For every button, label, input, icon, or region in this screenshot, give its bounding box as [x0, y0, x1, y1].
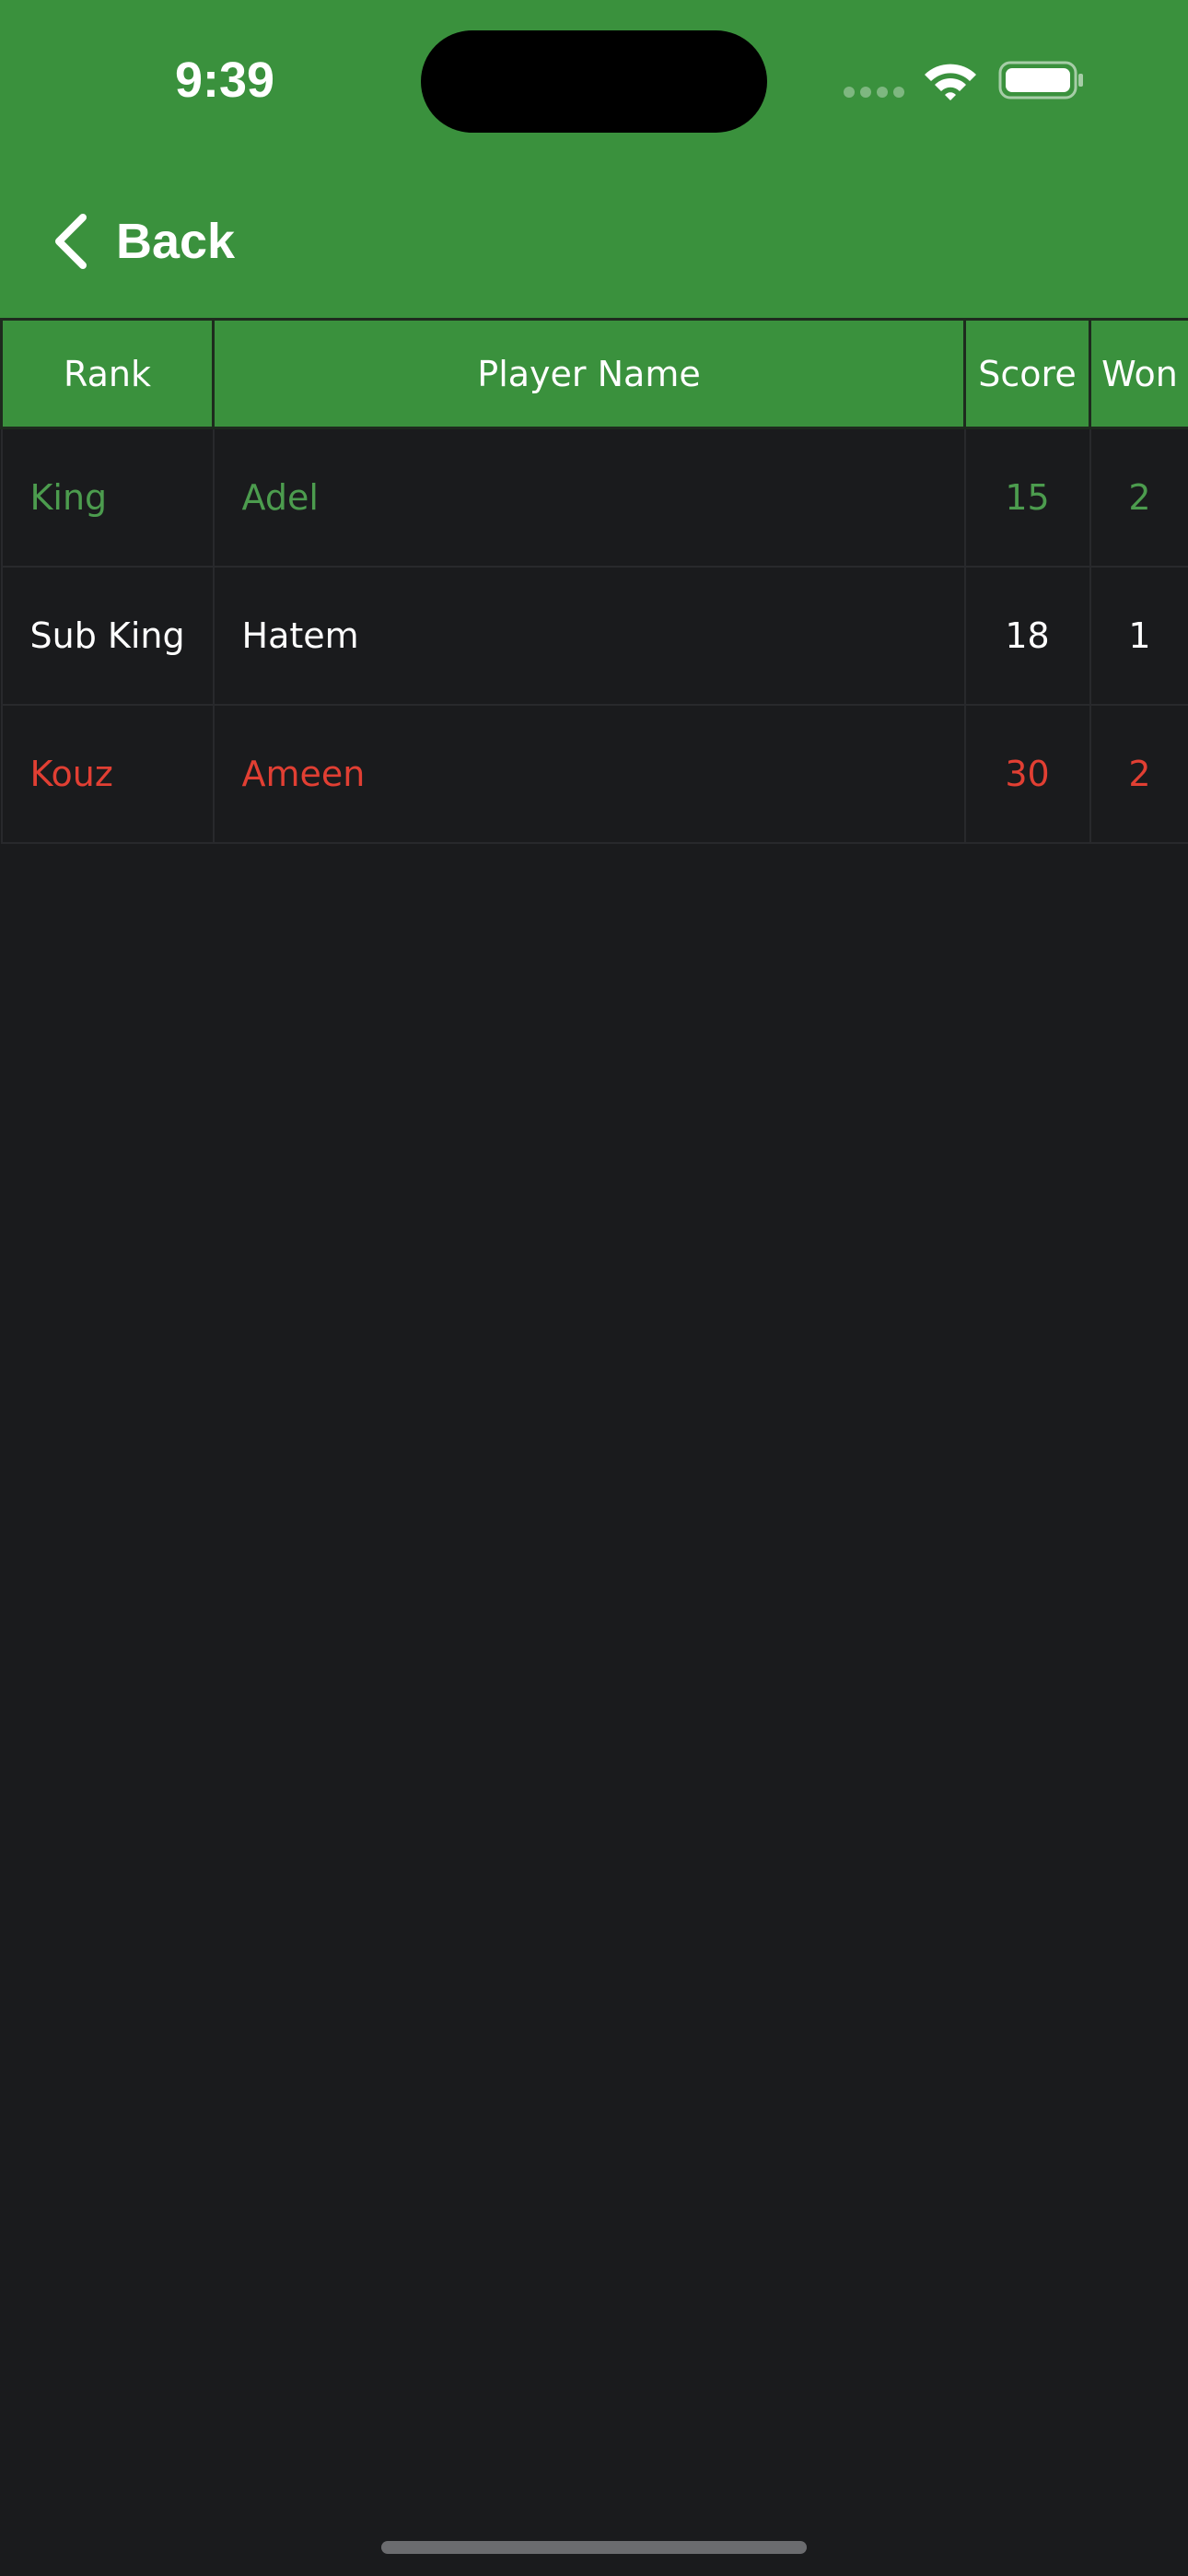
rank-cell: Kouz	[0, 704, 215, 844]
player-name-cell: Ameen	[212, 704, 966, 844]
back-button[interactable]: Back	[50, 203, 235, 280]
table-row[interactable]: Sub King Hatem 18 1	[0, 566, 1188, 706]
chevron-left-icon	[55, 214, 87, 269]
player-name-cell: Adel	[212, 427, 966, 568]
battery-icon	[998, 61, 1083, 100]
player-name-cell: Hatem	[212, 566, 966, 706]
column-header-score[interactable]: Score	[963, 318, 1091, 429]
wifi-icon	[925, 64, 976, 100]
won-cell: 2	[1089, 704, 1188, 844]
won-cell: 1	[1089, 566, 1188, 706]
status-bar-time: 9:39	[174, 53, 275, 108]
dynamic-island	[421, 30, 767, 133]
cellular-signal-icon	[844, 87, 904, 100]
column-header-rank[interactable]: Rank	[0, 318, 215, 429]
leaderboard-table: Rank Player Name Score Won King Adel 15 …	[0, 318, 1188, 844]
score-cell: 30	[963, 704, 1091, 844]
rank-cell: King	[0, 427, 215, 568]
back-button-label: Back	[116, 214, 236, 269]
table-row[interactable]: King Adel 15 2	[0, 427, 1188, 568]
table-row[interactable]: Kouz Ameen 30 2	[0, 704, 1188, 844]
navigation-header: 9:39 Back	[0, 0, 1188, 318]
column-header-won[interactable]: Won	[1089, 318, 1188, 429]
won-cell: 2	[1089, 427, 1188, 568]
rank-cell: Sub King	[0, 566, 215, 706]
table-header-row: Rank Player Name Score Won	[0, 318, 1188, 429]
score-cell: 18	[963, 566, 1091, 706]
column-header-player-name[interactable]: Player Name	[212, 318, 966, 429]
score-cell: 15	[963, 427, 1091, 568]
home-indicator[interactable]	[381, 2541, 807, 2554]
